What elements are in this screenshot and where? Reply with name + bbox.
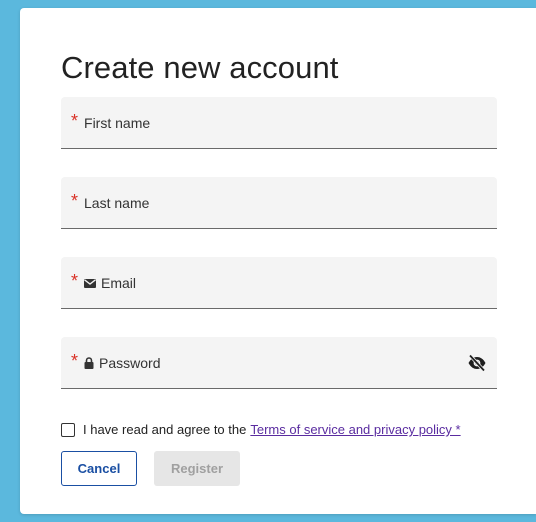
first-name-input[interactable] [61, 97, 536, 148]
email-input[interactable] [61, 257, 536, 308]
terms-text: I have read and agree to the [83, 422, 247, 437]
register-button[interactable]: Register [154, 451, 240, 486]
page-title: Create new account [61, 50, 339, 85]
terms-checkbox[interactable] [61, 422, 75, 437]
email-field[interactable]: * Email [61, 257, 536, 309]
terms-link[interactable]: Terms of service and privacy policy * [250, 422, 460, 437]
cancel-button[interactable]: Cancel [61, 451, 137, 486]
password-input[interactable] [61, 337, 536, 388]
last-name-input[interactable] [61, 177, 536, 228]
eye-slash-icon[interactable] [467, 354, 487, 372]
first-name-field[interactable]: * First name [61, 97, 536, 149]
registration-card: Create new account * First name * Last n… [20, 8, 536, 514]
terms-agreement: I have read and agree to the Terms of se… [61, 422, 461, 437]
last-name-field[interactable]: * Last name [61, 177, 536, 229]
password-field[interactable]: * Password [61, 337, 536, 389]
